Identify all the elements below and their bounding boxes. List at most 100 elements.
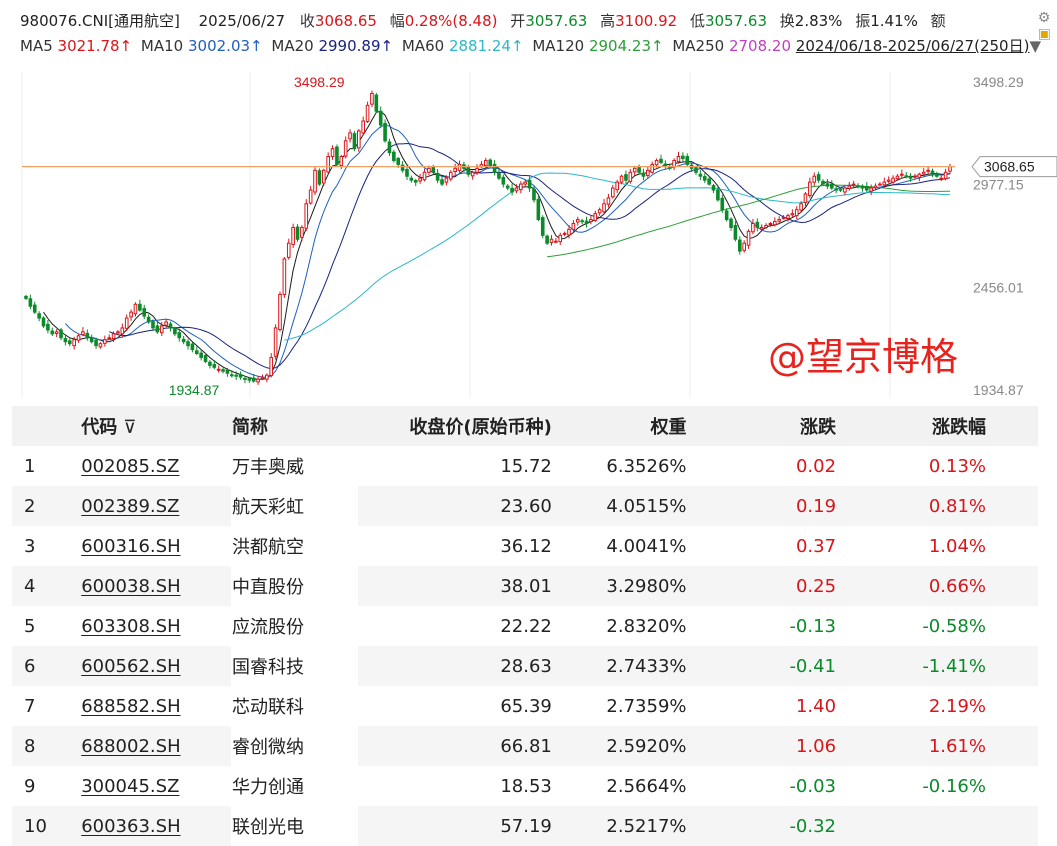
stock-code-link-cell[interactable]: 688002.SH [80,726,231,766]
date-range[interactable]: 2024/06/18-2025/06/27(250日) [796,37,1030,55]
stock-code-link-cell[interactable]: 300045.SZ [80,766,231,806]
change-value-cell: 0.19 [687,486,838,526]
table-row[interactable]: 4 600038.SH 中直股份 38.01 3.2980% 0.25 0.66% [12,566,1038,606]
stock-code-link[interactable]: 300045.SZ [81,776,179,797]
table-row[interactable]: 3 600316.SH 洪都航空 36.12 4.0041% 0.37 1.04% [12,526,1038,566]
stock-code-link[interactable]: 600562.SH [81,656,180,677]
weight-value-cell: 4.0515% [551,486,688,526]
candle [558,234,563,243]
candle [260,376,265,379]
candle [400,164,405,171]
stock-code-link-cell[interactable]: 600038.SH [80,566,231,606]
candle [190,343,195,351]
ma120-value: 2904.23↑ [588,37,664,55]
stock-name[interactable]: 芯动联科 [232,697,304,718]
candle [374,94,379,112]
candle [549,238,554,243]
stock-code-link-cell[interactable]: 688582.SH [80,686,231,726]
col-close[interactable]: 收盘价(原始币种) [358,406,552,446]
filter-icon[interactable]: ⊽ [123,417,136,438]
stock-code-link[interactable]: 688002.SH [81,736,180,757]
candle [843,187,847,193]
candle [632,167,637,173]
stock-name-cell[interactable]: 洪都航空 [230,526,359,566]
ma-legend: MA5 3021.78↑ MA10 3002.03↑ MA20 2990.89↑… [20,35,1041,57]
candle [799,203,803,211]
col-change[interactable]: 涨跌 [687,406,838,446]
stock-name[interactable]: 万丰奥威 [232,457,304,478]
stock-name-cell[interactable]: 中直股份 [230,566,359,606]
candle [864,185,869,191]
col-code[interactable]: 代码 ⊽ [80,406,231,446]
candle [352,133,357,150]
candle [422,171,427,181]
stock-code-link-cell[interactable]: 600316.SH [80,526,231,566]
col-change-pct[interactable]: 涨跌幅 [837,406,1038,446]
y-tick-label: 3498.29 [973,74,1024,90]
candle [470,171,475,177]
stock-code-link[interactable]: 603308.SH [81,616,180,637]
table-row[interactable]: 5 603308.SH 应流股份 22.22 2.8320% -0.13 -0.58% [12,606,1038,646]
stock-name[interactable]: 中直股份 [232,577,304,598]
stock-name[interactable]: 睿创微纳 [232,737,304,758]
stock-code-link-cell[interactable]: 002085.SZ [80,446,231,486]
change-pct-value-cell: -0.16% [837,766,1038,806]
stock-name-cell[interactable]: 国睿科技 [230,646,359,686]
stock-code-link-cell[interactable]: 600363.SH [80,806,231,846]
change-pct-value-cell: 2.19% [837,686,1038,726]
stock-code-link-cell[interactable]: 600562.SH [80,646,231,686]
candle [361,120,366,134]
stock-name-cell[interactable]: 联创光电 [230,806,359,846]
candle [370,92,374,105]
stock-code-link[interactable]: 688582.SH [81,696,180,717]
table-row[interactable]: 2 002389.SZ 航天彩虹 23.60 4.0515% 0.19 0.81% [12,486,1038,526]
table-row[interactable]: 7 688582.SH 芯动联科 65.39 2.7359% 1.40 2.19% [12,686,1038,726]
stock-code-link-cell[interactable]: 603308.SH [80,606,231,646]
candle [484,159,488,167]
stock-code-link[interactable]: 600316.SH [81,536,180,557]
candle [681,155,685,159]
stock-name-cell[interactable]: 应流股份 [230,606,359,646]
table-row[interactable]: 6 600562.SH 国睿科技 28.63 2.7433% -0.41 -1.41% [12,646,1038,686]
table-row[interactable]: 8 688002.SH 睿创微纳 66.81 2.5920% 1.06 1.61% [12,726,1038,766]
table-row[interactable]: 1 002085.SZ 万丰奥威 15.72 6.3526% 0.02 0.13% [12,446,1038,486]
stock-code-link-cell[interactable]: 002389.SZ [80,486,231,526]
candle [567,228,571,236]
stock-name[interactable]: 华力创通 [232,777,304,798]
chevron-down-icon[interactable]: ▼ [1029,37,1041,55]
stock-name-cell[interactable]: 华力创通 [230,766,359,806]
stock-code-link[interactable]: 002085.SZ [81,456,179,477]
weight-value: 2.5217% [606,815,687,837]
row-index: 3 [24,535,36,557]
stock-name[interactable]: 应流股份 [232,617,304,638]
table-row[interactable]: 9 300045.SZ 华力创通 18.53 2.5664% -0.03 -0.16% [12,766,1038,806]
candle [939,177,944,180]
col-name[interactable]: 简称 [230,406,359,446]
candle [921,171,926,175]
candle [786,215,790,219]
stock-name[interactable]: 联创光电 [232,817,304,838]
stock-name-cell[interactable]: 万丰奥威 [230,446,359,486]
candle [751,223,755,233]
settings-icon[interactable]: ⚙ [1038,10,1051,26]
weight-value: 3.2980% [606,575,687,597]
stock-code-link[interactable]: 600363.SH [81,816,180,837]
low-label: 低 [689,12,705,30]
col-index [12,406,81,446]
candle [103,339,107,344]
stock-name[interactable]: 国睿科技 [232,657,304,678]
stock-name[interactable]: 航天彩虹 [232,497,304,518]
stock-code-link[interactable]: 002389.SZ [81,496,179,517]
stock-name-cell[interactable]: 芯动联科 [230,686,359,726]
col-weight[interactable]: 权重 [551,406,688,446]
table-row[interactable]: 10 600363.SH 联创光电 57.19 2.5217% -0.32 [12,806,1038,846]
ma10-value: 3002.03↑ [188,37,263,55]
stock-name-cell[interactable]: 睿创微纳 [230,726,359,766]
stock-name[interactable]: 洪都航空 [232,537,304,558]
stock-code-link[interactable]: 600038.SH [81,576,180,597]
candle [904,175,909,178]
candle [926,169,930,172]
row-index: 4 [24,575,36,597]
swing-label: 振 [855,12,871,30]
stock-name-cell[interactable]: 航天彩虹 [230,486,359,526]
